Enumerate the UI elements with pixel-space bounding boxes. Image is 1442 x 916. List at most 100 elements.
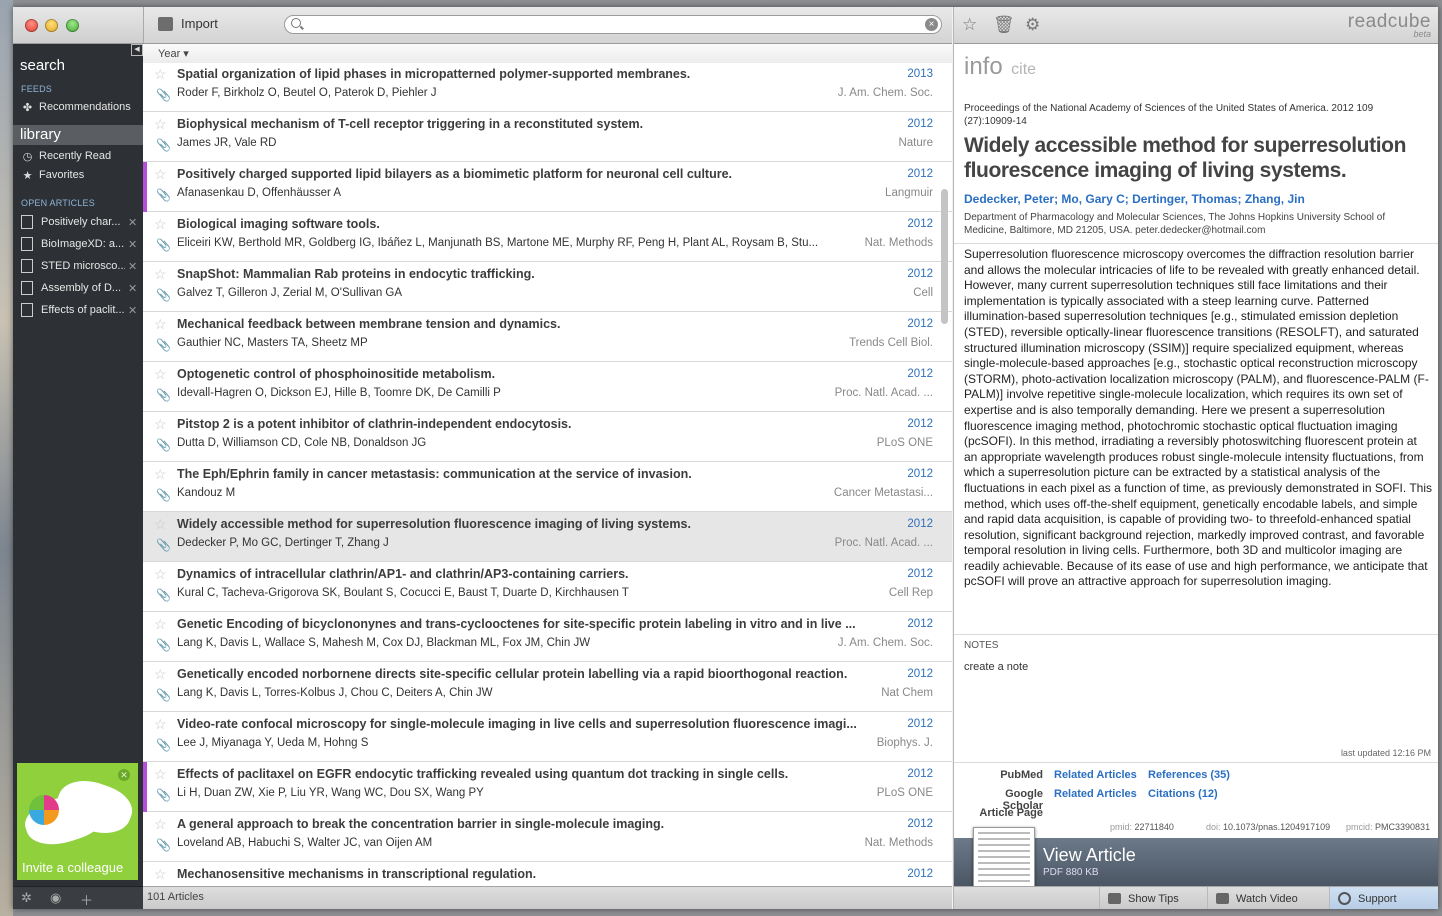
open-article-item[interactable]: Assembly of D... ✕ — [21, 278, 139, 298]
close-article-icon[interactable]: ✕ — [128, 238, 137, 251]
favorite-star-icon[interactable]: ☆ — [154, 766, 167, 783]
minimize-window-button[interactable] — [45, 19, 58, 32]
favorite-star-icon[interactable]: ☆ — [154, 816, 167, 833]
close-banner-icon[interactable]: ✕ — [118, 769, 130, 781]
tab-info[interactable]: info — [964, 53, 1003, 80]
article-row[interactable]: ☆ 📎 Genetic Encoding of bicyclononynes and… — [143, 612, 952, 662]
favorite-star-icon[interactable]: ☆ — [154, 716, 167, 733]
article-row[interactable]: ☆ 📎 Optogenetic control of phosphoinositid… — [143, 362, 952, 412]
favorite-star-icon[interactable]: ☆ — [154, 266, 167, 283]
sidebar-item-recommendations[interactable]: ✤ Recommendations — [21, 98, 139, 116]
watch-video-button[interactable]: Watch Video — [1207, 887, 1329, 909]
article-row[interactable]: ☆ 📎 Genetically encoded norbornene directs… — [143, 662, 952, 712]
sidebar-search[interactable]: search — [20, 57, 65, 74]
close-article-icon[interactable]: ✕ — [128, 304, 137, 317]
divider — [954, 634, 1438, 635]
trash-icon[interactable]: 🗑 — [993, 15, 1015, 35]
close-article-icon[interactable]: ✕ — [128, 216, 137, 229]
favorite-star-icon[interactable]: ☆ — [154, 466, 167, 483]
article-row[interactable]: ☆ 📎 Dynamics of intracellular clathrin/AP1… — [143, 562, 952, 612]
close-article-icon[interactable]: ✕ — [128, 260, 137, 273]
article-journal: J. Am. Chem. Soc. — [837, 87, 933, 99]
article-row[interactable]: ☆ 📎 Biological imaging software tools. Elic… — [143, 212, 952, 262]
show-tips-button[interactable]: Show Tips — [1099, 887, 1207, 909]
sort-year-dropdown[interactable]: Year ▾ — [158, 47, 189, 60]
close-window-button[interactable] — [25, 19, 38, 32]
open-article-item[interactable]: Positively char... ✕ — [21, 212, 139, 232]
tab-cite[interactable]: cite — [1011, 61, 1036, 78]
scholar-citations-link[interactable]: Citations (12) — [1148, 788, 1218, 800]
article-journal: J. Am. Chem. Soc. — [837, 637, 933, 649]
article-row[interactable]: ☆ 📎 Mechanical feedback between membrane t… — [143, 312, 952, 362]
recommendations-icon: ✤ — [22, 101, 33, 114]
sidebar-item-recently-read[interactable]: ◷ Recently Read — [21, 147, 139, 165]
sidebar-item-favorites[interactable]: ★ Favorites — [21, 166, 139, 184]
article-year: 2012 — [907, 468, 933, 480]
favorite-star-icon[interactable]: ☆ — [154, 216, 167, 233]
collapse-sidebar-icon[interactable]: ◀ — [131, 44, 143, 56]
open-article-item[interactable]: STED microsco... ✕ — [21, 256, 139, 276]
pubmed-related-link[interactable]: Related Articles — [1054, 769, 1137, 781]
affiliation: Department of Pharmacology and Molecular… — [964, 212, 1386, 236]
article-row[interactable]: ☆ 📎 The Eph/Ephrin family in cancer metast… — [143, 462, 952, 512]
pdf-size: PDF 880 KB — [1043, 867, 1099, 878]
favorite-star-icon[interactable]: ☆ — [154, 116, 167, 133]
document-icon — [21, 281, 33, 295]
close-article-icon[interactable]: ✕ — [128, 282, 137, 295]
favorite-star-icon[interactable]: ☆ — [154, 416, 167, 433]
list-status-bar: 101 Articles — [143, 886, 952, 909]
paperclip-icon: 📎 — [156, 188, 171, 202]
gear-icon[interactable]: ⚙ — [1025, 15, 1040, 35]
create-note-field[interactable]: create a note — [964, 661, 1028, 673]
support-button[interactable]: Support — [1329, 887, 1438, 909]
article-row[interactable]: ☆ 📎 A general approach to break the concen… — [143, 812, 952, 862]
import-button[interactable]: Import — [158, 16, 218, 31]
divider — [143, 7, 144, 43]
favorite-star-icon[interactable]: ☆ — [154, 516, 167, 533]
view-article-button[interactable]: View Article PDF 880 KB — [954, 827, 1438, 889]
add-icon[interactable]: ＋ — [80, 890, 93, 909]
favorite-star-icon[interactable]: ☆ — [154, 66, 167, 83]
article-row[interactable]: ☆ 📎 Pitstop 2 is a potent inhibitor of cla… — [143, 412, 952, 462]
sidebar-item-library[interactable]: library — [13, 125, 143, 145]
article-journal: PLoS ONE — [876, 437, 933, 449]
gear-icon[interactable]: ✲ — [21, 890, 32, 906]
sort-header[interactable]: Year ▾ — [143, 44, 952, 64]
author-link[interactable]: Mo, Gary C — [1061, 192, 1124, 206]
search-field[interactable]: × — [284, 15, 942, 34]
open-article-item[interactable]: BioImageXD: a... ✕ — [21, 234, 139, 254]
scholar-related-link[interactable]: Related Articles — [1054, 788, 1137, 800]
favorite-star-icon[interactable]: ☆ — [154, 366, 167, 383]
author-link[interactable]: Dedecker, Peter — [964, 192, 1054, 206]
favorite-star-icon[interactable]: ☆ — [154, 316, 167, 333]
article-row[interactable]: ☆ 📎 Spatial organization of lipid phases i… — [143, 63, 952, 112]
favorite-star-icon[interactable]: ☆ — [154, 166, 167, 183]
article-row[interactable]: ☆ 📎 Effects of paclitaxel on EGFR endocyti… — [143, 762, 952, 812]
favorite-star-icon[interactable]: ☆ — [154, 666, 167, 683]
article-row[interactable]: ☆ 📎 Positively charged supported lipid bil… — [143, 162, 952, 212]
article-row[interactable]: ☆ 📎 SnapShot: Mammalian Rab proteins in en… — [143, 262, 952, 312]
list-scrollbar[interactable] — [941, 189, 948, 324]
open-article-item[interactable]: Effects of paclit... ✕ — [21, 300, 139, 320]
star-icon[interactable]: ☆ — [962, 15, 977, 35]
lightbulb-icon[interactable]: ◉ — [50, 890, 61, 906]
author-link[interactable]: Dertinger, Thomas — [1132, 192, 1237, 206]
article-row[interactable]: ☆ 📎 Biophysical mechanism of T-cell recept… — [143, 112, 952, 162]
favorite-star-icon[interactable]: ☆ — [154, 866, 167, 883]
article-year: 2013 — [907, 68, 933, 80]
article-row[interactable]: ☆ 📎 Video-rate confocal microscopy for sin… — [143, 712, 952, 762]
author-link[interactable]: Zhang, Jin — [1245, 192, 1305, 206]
article-row[interactable]: ☆ 📎 Widely accessible method for superreso… — [143, 512, 952, 562]
sidebar-item-label: Recently Read — [39, 150, 112, 162]
zoom-window-button[interactable] — [66, 19, 79, 32]
favorite-star-icon[interactable]: ☆ — [154, 616, 167, 633]
open-article-label: STED microsco... — [41, 260, 125, 272]
favorite-star-icon[interactable]: ☆ — [154, 566, 167, 583]
article-page-link[interactable]: Article Page — [963, 807, 1043, 819]
article-row[interactable]: ☆📎Mechanosensitive mechanisms in transcr… — [143, 862, 952, 887]
pubmed-references-link[interactable]: References (35) — [1148, 769, 1230, 781]
search-input[interactable] — [307, 17, 921, 34]
invite-colleague-banner[interactable]: ✕ Invite a colleague — [17, 763, 138, 880]
sidebar-footer: ✲ ◉ ＋ — [13, 886, 143, 909]
clear-search-icon[interactable]: × — [925, 18, 938, 31]
